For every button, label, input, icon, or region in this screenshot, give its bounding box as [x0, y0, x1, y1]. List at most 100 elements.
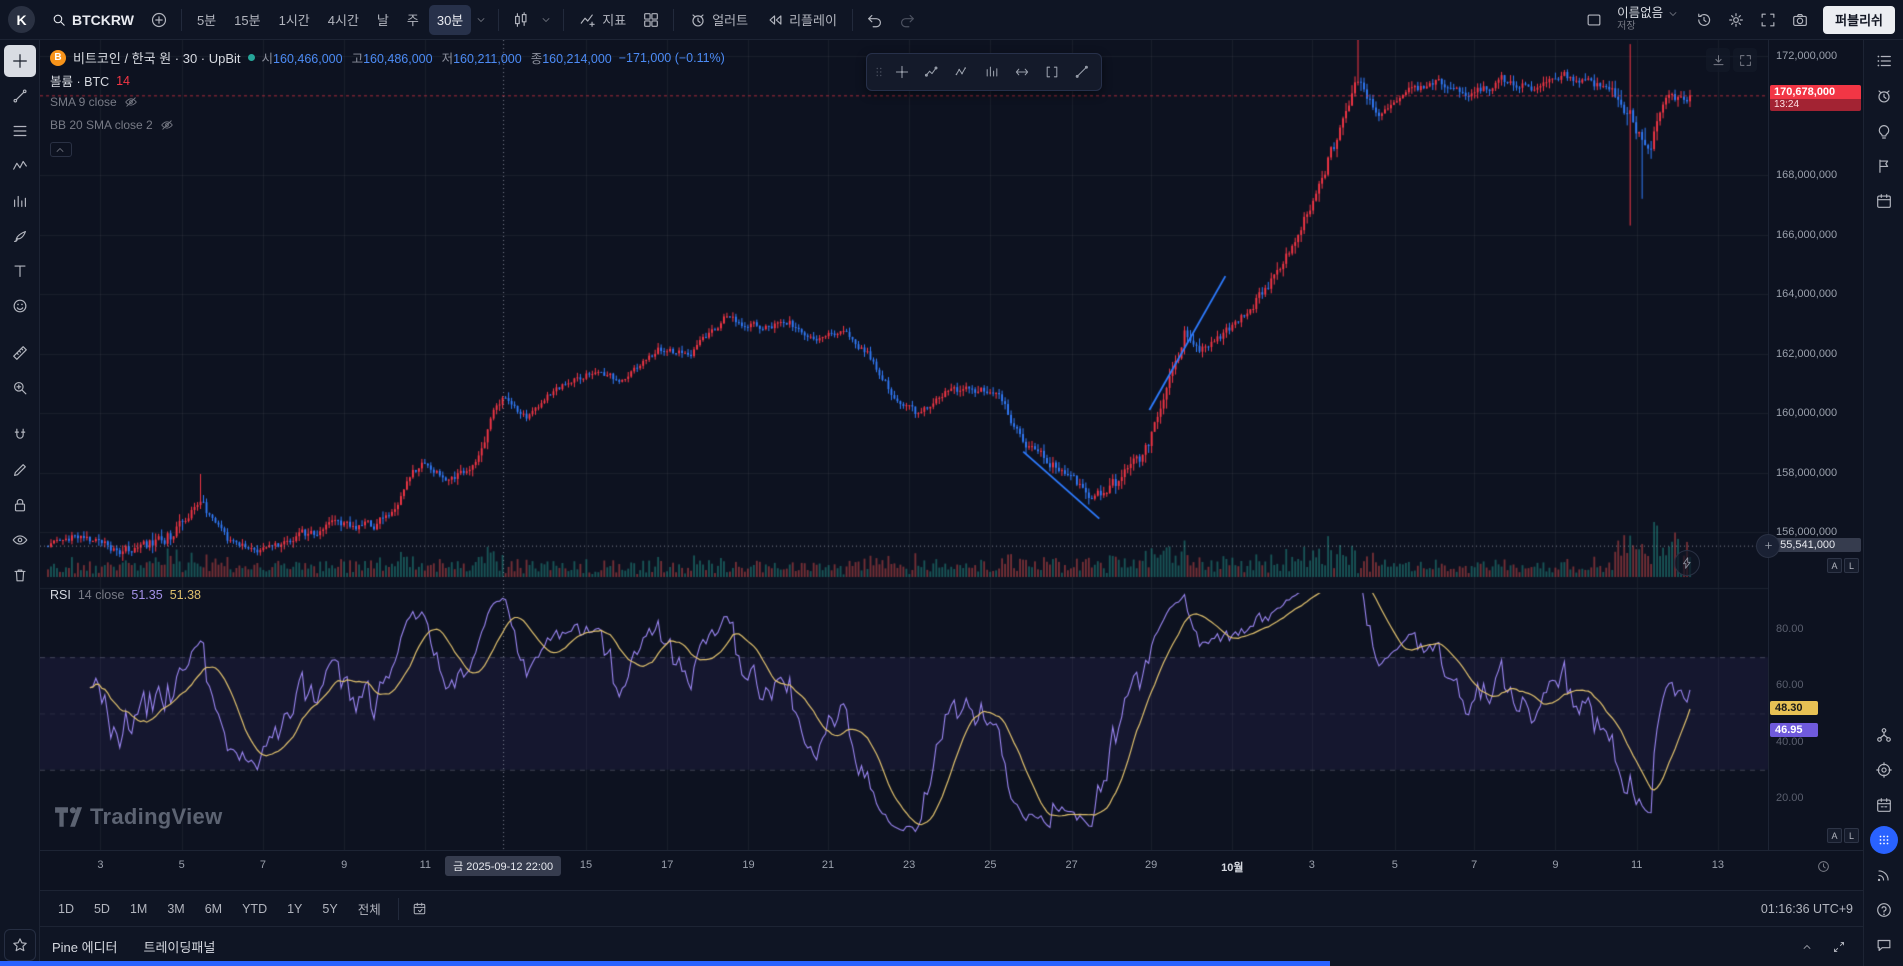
- volume-legend-row[interactable]: 볼륨 · BTC 14: [50, 71, 130, 90]
- watchlist-button[interactable]: [1868, 45, 1900, 77]
- target-button[interactable]: [1868, 754, 1900, 786]
- pane-collapse-button[interactable]: [1706, 48, 1730, 72]
- replay-button[interactable]: 리플레이: [758, 5, 845, 35]
- chart-style-menu-button[interactable]: [538, 5, 556, 35]
- drag-handle-icon[interactable]: [872, 65, 886, 79]
- redo-button[interactable]: [892, 5, 922, 35]
- alerts-button[interactable]: [1868, 80, 1900, 112]
- timezone-button[interactable]: [1816, 859, 1831, 874]
- remove-drawings-button[interactable]: [4, 559, 36, 591]
- timezone-clock-label[interactable]: 01:16:36 UTC+9: [1761, 902, 1853, 916]
- tab-pine-editor[interactable]: Pine 에디터: [52, 937, 118, 956]
- line-tool-button[interactable]: [1067, 58, 1096, 87]
- drawing-edit-button[interactable]: [4, 454, 36, 486]
- axis-add-alert-button[interactable]: [1756, 534, 1780, 558]
- price-chart-canvas[interactable]: [40, 40, 1768, 850]
- brush-tool-button[interactable]: [4, 220, 36, 252]
- hide-drawings-button[interactable]: [4, 524, 36, 556]
- instant-trade-button[interactable]: [1674, 550, 1700, 576]
- price-scale-auto-button[interactable]: A: [1827, 558, 1842, 573]
- layout-select-button[interactable]: [1579, 5, 1609, 35]
- interval-button-주[interactable]: 주: [399, 5, 427, 35]
- ideas-button[interactable]: [1868, 115, 1900, 147]
- zoom-tool-button[interactable]: [4, 372, 36, 404]
- chart-style-button[interactable]: [506, 5, 536, 35]
- symbol-search-button[interactable]: BTCKRW: [43, 5, 142, 35]
- economic-calendar-button[interactable]: [1868, 789, 1900, 821]
- eye-off-icon[interactable]: [160, 118, 174, 132]
- time-axis[interactable]: 357911151719212325272910월35791113금 2025-…: [40, 850, 1863, 890]
- sma-legend-row[interactable]: SMA 9 close: [50, 95, 138, 109]
- brackets-tool-button[interactable]: [1037, 58, 1066, 87]
- favorites-toolbar-button[interactable]: [4, 929, 36, 961]
- interval-button-15분[interactable]: 15분: [226, 5, 268, 35]
- floating-drawing-toolbar[interactable]: [866, 53, 1102, 91]
- save-label[interactable]: 저장: [1617, 21, 1635, 32]
- help-button[interactable]: [1868, 894, 1900, 926]
- rsi-legend-row[interactable]: RSI 14 close 51.35 51.38: [50, 588, 201, 602]
- last-price-badge[interactable]: 170,678,00013:24: [1770, 85, 1861, 111]
- settings-button[interactable]: [1721, 5, 1751, 35]
- publish-button[interactable]: 퍼블리쉬: [1823, 6, 1895, 34]
- interval-button-5분[interactable]: 5분: [189, 5, 224, 35]
- price-axis[interactable]: 172,000,000168,000,000166,000,000164,000…: [1768, 40, 1863, 850]
- symbol-legend-row[interactable]: B 비트코인 / 한국 원 · 30 · UpBit 시160,466,000 …: [50, 48, 725, 67]
- bars-pattern-tool-button[interactable]: [977, 58, 1006, 87]
- magnet-tool-button[interactable]: [4, 419, 36, 451]
- text-tool-button[interactable]: [4, 255, 36, 287]
- emoji-tool-button[interactable]: [4, 290, 36, 322]
- panel-expand-button[interactable]: [1827, 935, 1851, 959]
- undo-button[interactable]: [860, 5, 890, 35]
- flag-button[interactable]: [1868, 150, 1900, 182]
- fib-tools-button[interactable]: [4, 115, 36, 147]
- calendar-button[interactable]: [1868, 185, 1900, 217]
- indicators-button[interactable]: 지표: [571, 5, 634, 35]
- range-button-1M[interactable]: 1M: [122, 899, 155, 919]
- interval-button-날[interactable]: 날: [369, 5, 397, 35]
- go-to-date-button[interactable]: [408, 897, 432, 921]
- bb-legend-row[interactable]: BB 20 SMA close 2: [50, 118, 174, 132]
- rsi-scale-auto-button[interactable]: A: [1827, 828, 1842, 843]
- chat-button[interactable]: [1868, 929, 1900, 961]
- range-button-전체[interactable]: 전체: [350, 896, 389, 921]
- pattern-abc-tool-button[interactable]: [947, 58, 976, 87]
- range-button-6M[interactable]: 6M: [197, 899, 230, 919]
- range-button-5D[interactable]: 5D: [86, 899, 118, 919]
- cross-line-tool-button[interactable]: [887, 58, 916, 87]
- interval-button-4시간[interactable]: 4시간: [320, 5, 367, 35]
- polyline-tool-button[interactable]: [917, 58, 946, 87]
- pane-maximize-button[interactable]: [1733, 48, 1757, 72]
- range-button-1Y[interactable]: 1Y: [279, 899, 310, 919]
- interval-menu-button[interactable]: [473, 5, 491, 35]
- rsi-scale-log-button[interactable]: L: [1844, 828, 1859, 843]
- interval-button-selected[interactable]: 30분: [429, 5, 471, 35]
- apps-grid-button[interactable]: [1870, 826, 1898, 854]
- panel-collapse-button[interactable]: [1795, 935, 1819, 959]
- range-button-1D[interactable]: 1D: [50, 899, 82, 919]
- layout-name-block[interactable]: 이름없음 저장: [1611, 7, 1687, 32]
- object-tree-button[interactable]: [1868, 719, 1900, 751]
- tab-trading-panel[interactable]: 트레이딩패널: [144, 937, 216, 956]
- eye-off-icon[interactable]: [124, 95, 138, 109]
- alert-button[interactable]: 얼러트: [681, 5, 756, 35]
- forecast-tools-button[interactable]: [4, 185, 36, 217]
- snapshot-button[interactable]: [1785, 5, 1815, 35]
- measure-tool-button[interactable]: [4, 337, 36, 369]
- pattern-tools-button[interactable]: [4, 150, 36, 182]
- legend-collapse-button[interactable]: [50, 142, 72, 157]
- signal-button[interactable]: [1868, 859, 1900, 891]
- price-scale-log-button[interactable]: L: [1844, 558, 1859, 573]
- range-tool-button[interactable]: [1007, 58, 1036, 87]
- user-avatar[interactable]: K: [8, 6, 35, 33]
- range-button-YTD[interactable]: YTD: [234, 899, 275, 919]
- fullscreen-button[interactable]: [1753, 5, 1783, 35]
- lock-drawings-button[interactable]: [4, 489, 36, 521]
- trend-line-tool-button[interactable]: [4, 80, 36, 112]
- compare-add-button[interactable]: [144, 5, 174, 35]
- range-button-3M[interactable]: 3M: [159, 899, 192, 919]
- indicator-templates-button[interactable]: [636, 5, 666, 35]
- range-button-5Y[interactable]: 5Y: [314, 899, 345, 919]
- history-button[interactable]: [1689, 5, 1719, 35]
- interval-button-1시간[interactable]: 1시간: [271, 5, 318, 35]
- crosshair-tool-button[interactable]: [4, 45, 36, 77]
